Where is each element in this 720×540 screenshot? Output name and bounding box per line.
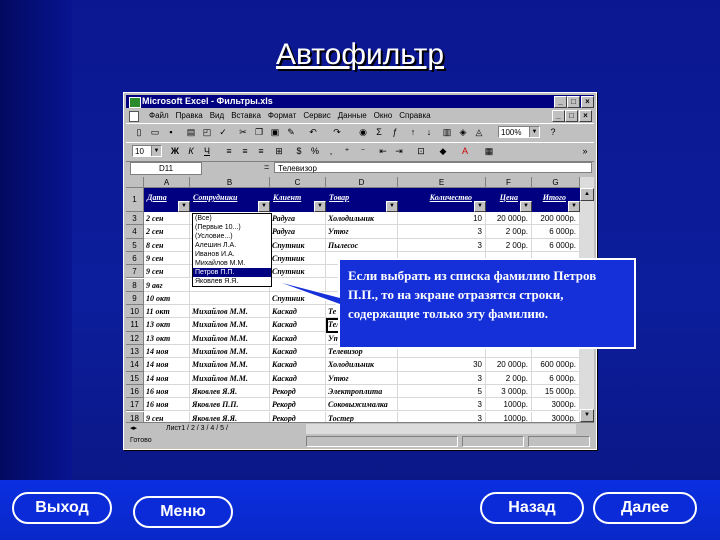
menu-button[interactable]: Меню <box>133 496 233 528</box>
next-button[interactable]: Далее <box>593 492 697 524</box>
callout-pointer <box>276 282 340 306</box>
back-button[interactable]: Назад <box>480 492 584 524</box>
exit-button[interactable]: Выход <box>12 492 112 524</box>
